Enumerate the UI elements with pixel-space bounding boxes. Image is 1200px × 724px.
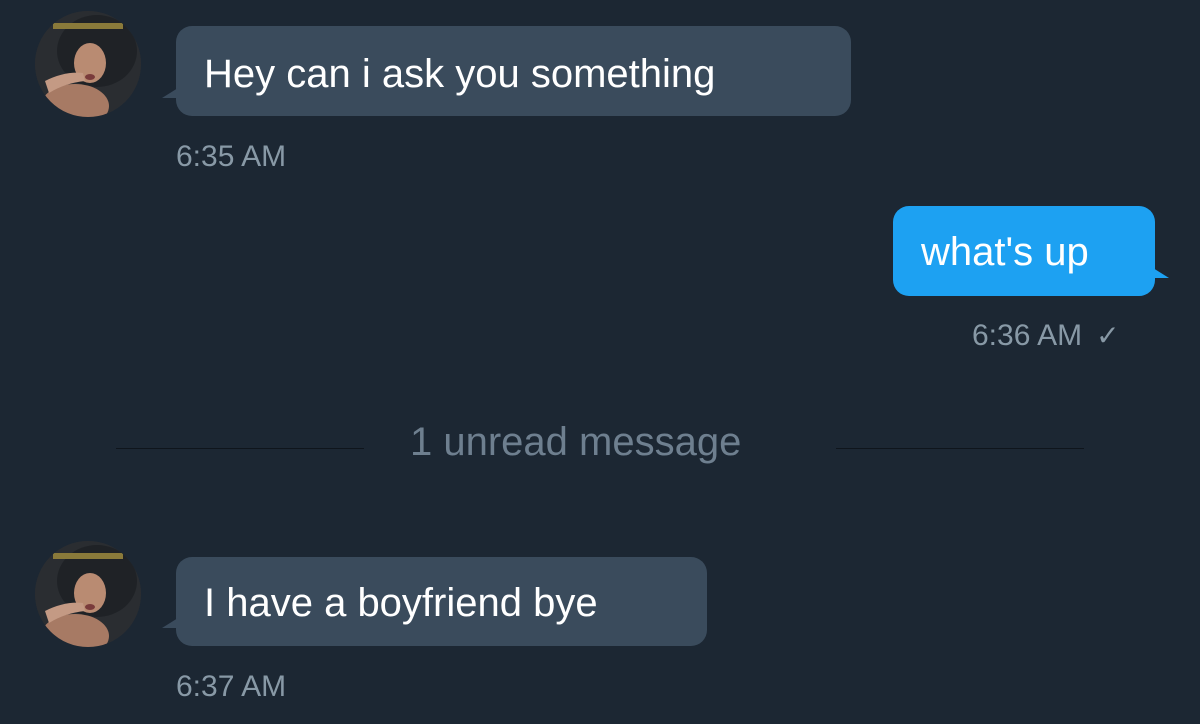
message-timestamp-row: 6:36 AM ✓ — [972, 321, 1120, 351]
unread-divider-label: 1 unread message — [410, 420, 742, 464]
sender-avatar[interactable] — [35, 541, 141, 647]
message-timestamp: 6:35 AM — [176, 140, 287, 173]
divider-line-left — [116, 448, 364, 449]
message-timestamp: 6:36 AM — [972, 319, 1083, 352]
avatar-image — [35, 11, 141, 117]
message-timestamp: 6:37 AM — [176, 670, 287, 703]
sender-avatar[interactable] — [35, 11, 141, 117]
message-bubble-incoming[interactable]: I have a boyfriend bye — [162, 557, 707, 646]
message-text: I have a boyfriend bye — [204, 581, 598, 625]
message-bubble-outgoing[interactable]: what's up — [893, 206, 1169, 296]
message-bubble-incoming[interactable]: Hey can i ask you something — [162, 26, 851, 116]
bubble-tail — [162, 618, 178, 628]
avatar-image — [35, 541, 141, 647]
bubble-tail — [1153, 268, 1169, 278]
checkmark-icon: ✓ — [1096, 320, 1120, 351]
message-text: what's up — [921, 230, 1089, 274]
divider-line-right — [836, 448, 1084, 449]
bubble-tail — [162, 88, 178, 98]
message-text: Hey can i ask you something — [204, 52, 716, 96]
